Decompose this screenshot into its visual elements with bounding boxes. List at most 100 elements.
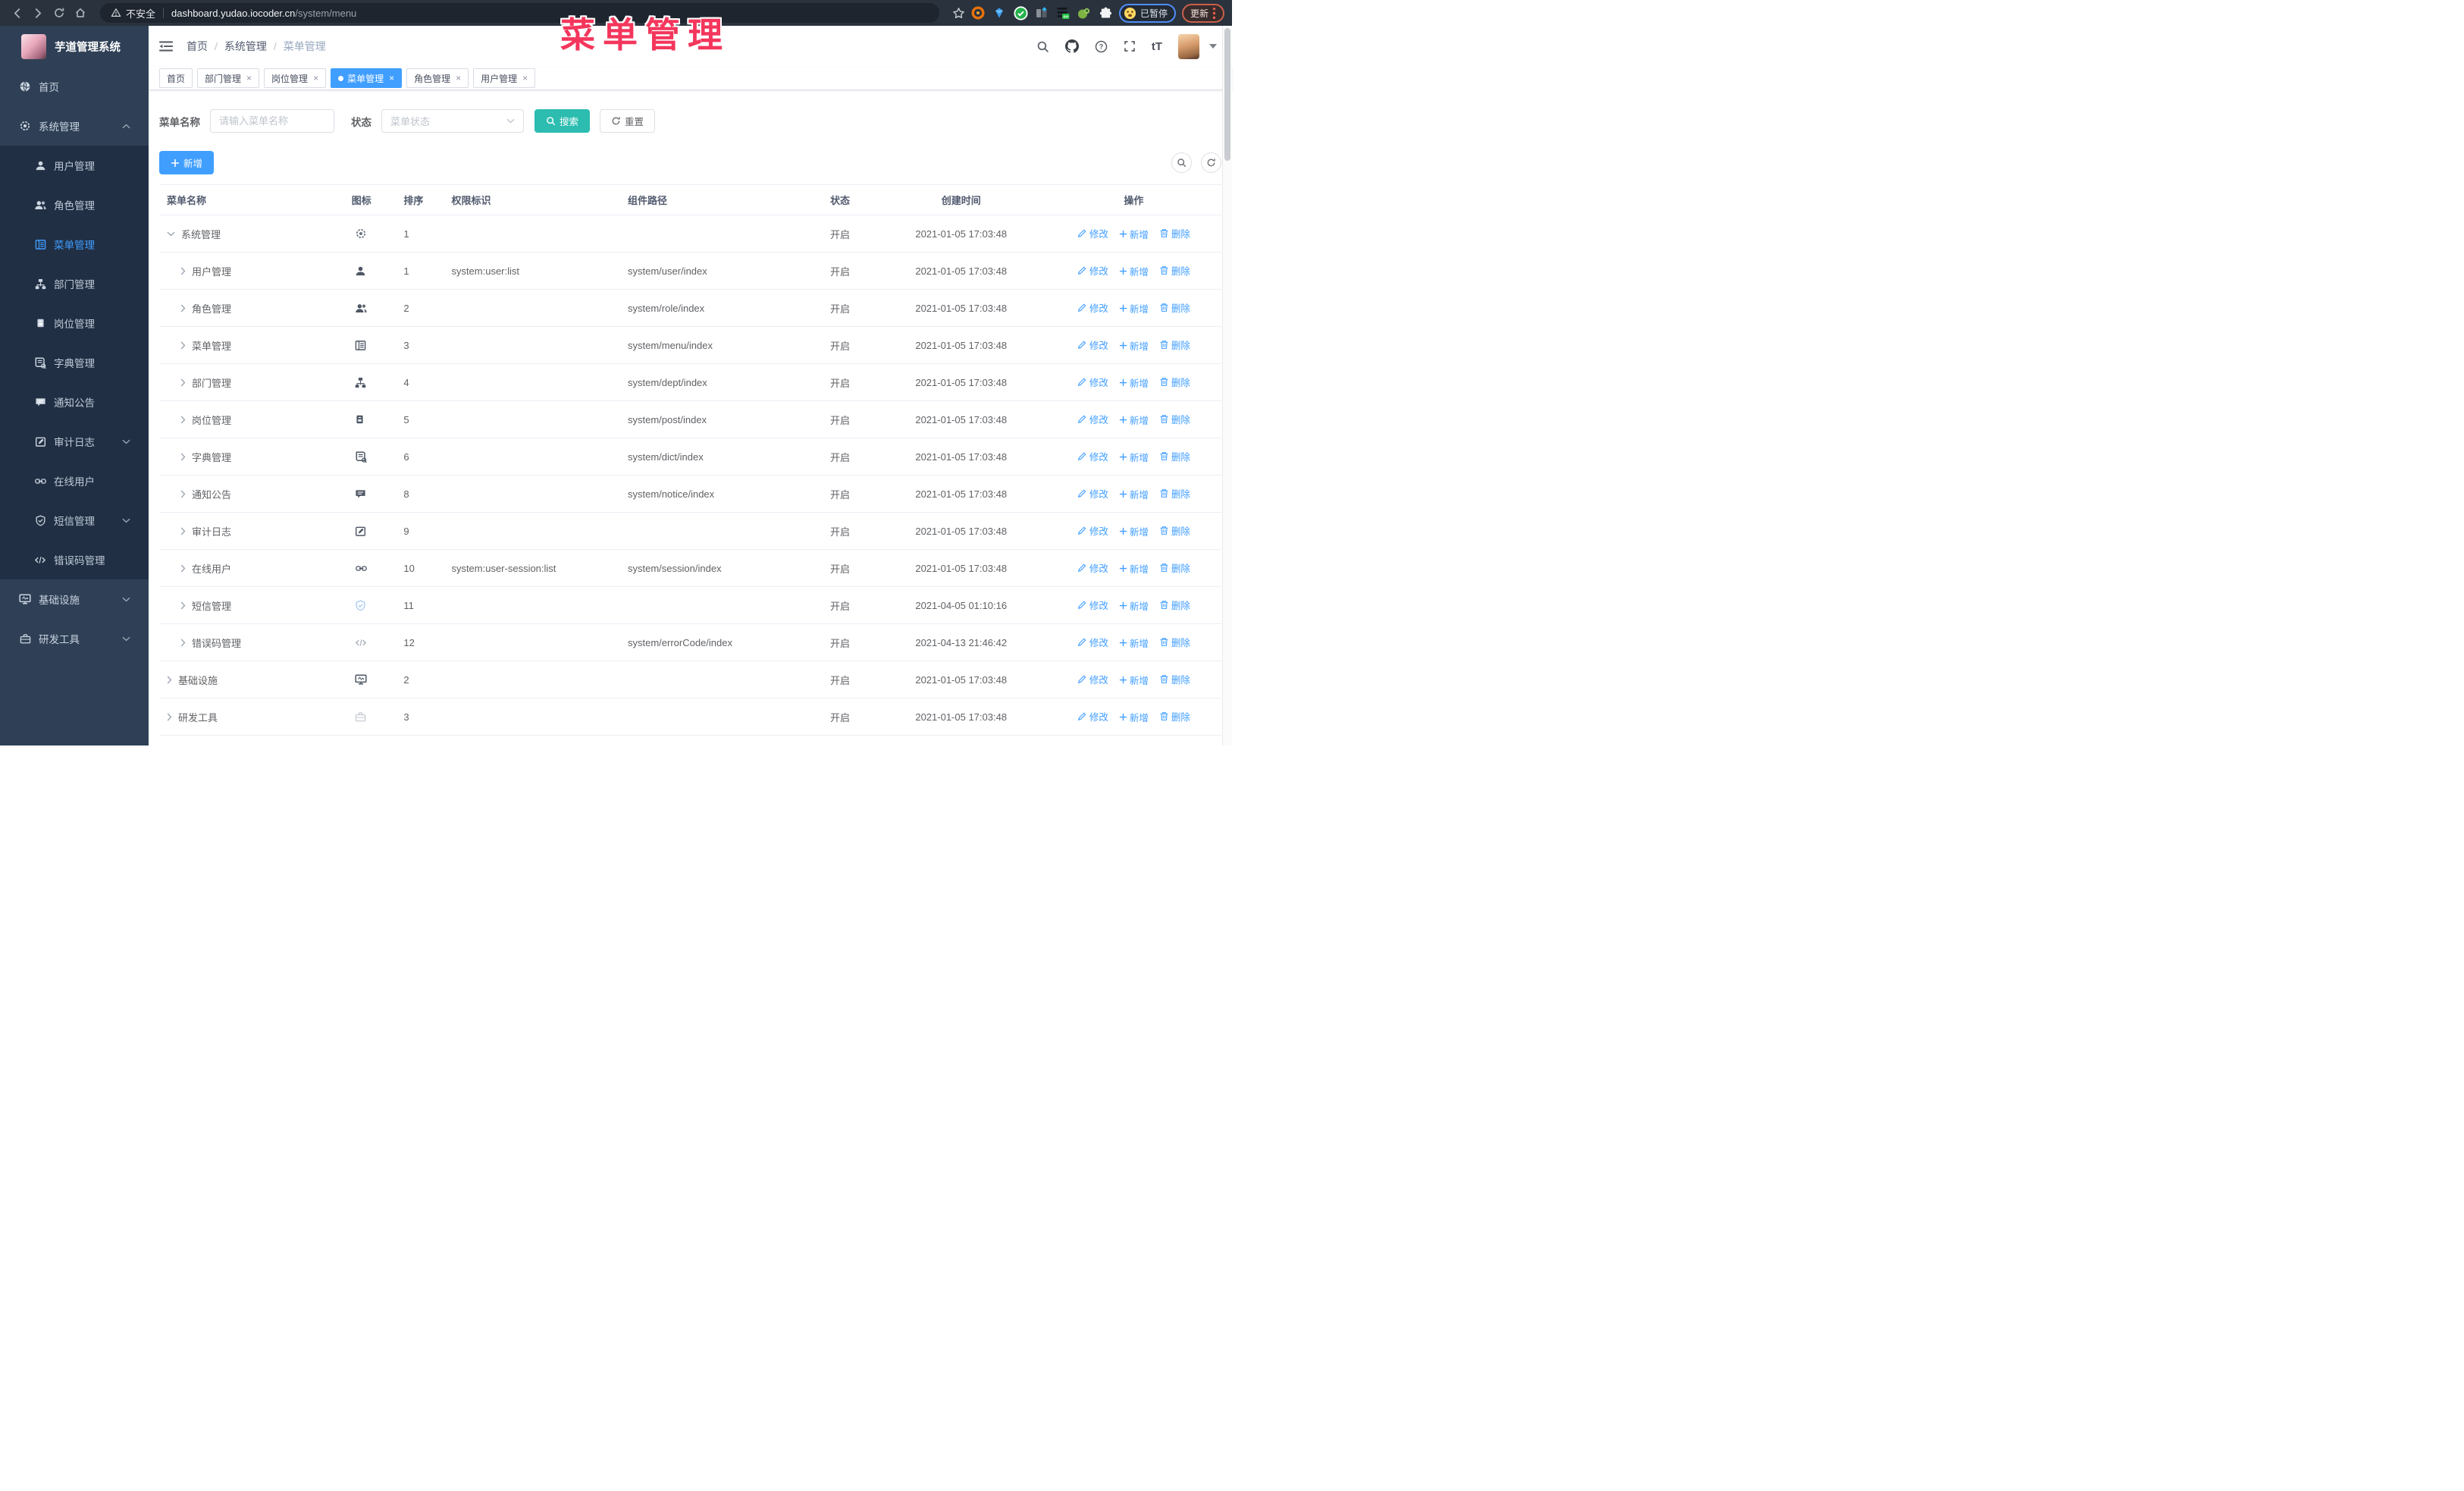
add-action[interactable]: 新增 (1119, 487, 1149, 501)
close-tab-icon[interactable]: × (389, 74, 394, 83)
close-tab-icon[interactable]: × (522, 74, 528, 83)
expand-row-icon[interactable] (180, 526, 186, 535)
avatar-caret-icon[interactable] (1209, 44, 1217, 49)
edit-action[interactable]: 修改 (1077, 709, 1108, 724)
list-on-icon[interactable]: on (1056, 6, 1071, 20)
sidebar-item-0[interactable]: 首页 (0, 67, 149, 106)
delete-action[interactable]: 删除 (1159, 337, 1190, 352)
sidebar-item-1[interactable]: 系统管理 (0, 106, 149, 146)
edit-action[interactable]: 修改 (1077, 449, 1108, 463)
edit-action[interactable]: 修改 (1077, 598, 1108, 612)
paused-extension-badge[interactable]: 已暂停 (1118, 3, 1176, 23)
browser-reload-icon[interactable] (50, 4, 68, 22)
edit-action[interactable]: 修改 (1077, 672, 1108, 686)
breadcrumb-system[interactable]: 系统管理 (224, 39, 267, 54)
edit-action[interactable]: 修改 (1077, 523, 1108, 538)
add-action[interactable]: 新增 (1119, 450, 1149, 464)
tab-4[interactable]: 角色管理 × (406, 68, 469, 88)
header-search-icon[interactable] (1036, 40, 1049, 53)
edit-action[interactable]: 修改 (1077, 560, 1108, 575)
orange-ring-icon[interactable] (971, 6, 986, 20)
add-action[interactable]: 新增 (1119, 338, 1149, 353)
close-tab-icon[interactable]: × (456, 74, 461, 83)
tab-5[interactable]: 用户管理 × (473, 68, 536, 88)
delete-action[interactable]: 删除 (1159, 300, 1190, 315)
blue-gem-icon[interactable] (992, 6, 1007, 20)
edit-action[interactable]: 修改 (1077, 263, 1108, 278)
sidebar-item-14[interactable]: 研发工具 (0, 619, 149, 658)
edit-action[interactable]: 修改 (1077, 375, 1108, 389)
expand-row-icon[interactable] (180, 378, 186, 387)
add-action[interactable]: 新增 (1119, 561, 1149, 576)
status-select[interactable]: 菜单状态 (381, 109, 524, 133)
scrollbar-thumb[interactable] (1224, 28, 1230, 161)
add-action[interactable]: 新增 (1119, 524, 1149, 538)
sidebar-item-10[interactable]: 在线用户 (0, 461, 149, 501)
expand-row-icon[interactable] (180, 415, 186, 424)
delete-action[interactable]: 删除 (1159, 375, 1190, 389)
expand-row-icon[interactable] (180, 601, 186, 610)
green-creature-icon[interactable] (1077, 6, 1092, 20)
tab-switcher-icon[interactable] (1035, 6, 1049, 20)
delete-action[interactable]: 删除 (1159, 560, 1190, 575)
add-action[interactable]: 新增 (1119, 636, 1149, 650)
delete-action[interactable]: 删除 (1159, 523, 1190, 538)
sidebar-toggle-icon[interactable] (159, 40, 174, 52)
font-size-icon[interactable]: tT (1152, 40, 1162, 53)
browser-menu-dots-icon[interactable] (1212, 7, 1216, 20)
sidebar-item-8[interactable]: 通知公告 (0, 382, 149, 422)
breadcrumb-home[interactable]: 首页 (187, 39, 208, 54)
sidebar-item-5[interactable]: 部门管理 (0, 264, 149, 303)
sidebar-item-6[interactable]: 岗位管理 (0, 303, 149, 343)
sidebar-item-9[interactable]: 审计日志 (0, 422, 149, 461)
add-action[interactable]: 新增 (1119, 375, 1149, 390)
delete-action[interactable]: 删除 (1159, 226, 1190, 240)
close-tab-icon[interactable]: × (313, 74, 318, 83)
user-avatar[interactable] (1178, 33, 1199, 59)
add-button[interactable]: 新增 (159, 151, 215, 174)
tab-3[interactable]: 菜单管理 × (331, 68, 403, 88)
edit-action[interactable]: 修改 (1077, 412, 1108, 426)
fullscreen-icon[interactable] (1124, 40, 1136, 52)
search-button[interactable]: 搜索 (534, 109, 591, 133)
expand-row-icon[interactable] (167, 675, 172, 684)
sidebar-item-4[interactable]: 菜单管理 (0, 224, 149, 264)
expand-row-icon[interactable] (167, 712, 172, 721)
expand-row-icon[interactable] (180, 452, 186, 461)
add-action[interactable]: 新增 (1119, 413, 1149, 427)
app-logo[interactable]: 芋道管理系统 (0, 26, 149, 67)
toggle-search-button[interactable] (1171, 152, 1192, 173)
expand-row-icon[interactable] (180, 266, 186, 275)
help-question-icon[interactable]: ? (1095, 40, 1108, 53)
tab-2[interactable]: 岗位管理 × (264, 68, 327, 88)
browser-forward-icon[interactable] (29, 4, 47, 22)
delete-action[interactable]: 删除 (1159, 672, 1190, 686)
tab-0[interactable]: 首页 (159, 68, 193, 88)
reset-button[interactable]: 重置 (600, 109, 656, 133)
browser-back-icon[interactable] (8, 4, 26, 22)
delete-action[interactable]: 删除 (1159, 412, 1190, 426)
sidebar-item-11[interactable]: 短信管理 (0, 501, 149, 540)
expand-row-icon[interactable] (180, 341, 186, 350)
edit-action[interactable]: 修改 (1077, 226, 1108, 240)
add-action[interactable]: 新增 (1119, 673, 1149, 687)
expand-row-icon[interactable] (180, 489, 186, 498)
add-action[interactable]: 新增 (1119, 264, 1149, 278)
edit-action[interactable]: 修改 (1077, 300, 1108, 315)
delete-action[interactable]: 删除 (1159, 263, 1190, 278)
expand-row-icon[interactable] (180, 638, 186, 647)
expand-row-icon[interactable] (180, 563, 186, 573)
puzzle-icon[interactable] (1099, 6, 1113, 20)
sidebar-item-12[interactable]: 错误码管理 (0, 540, 149, 579)
github-icon[interactable] (1064, 39, 1079, 53)
delete-action[interactable]: 删除 (1159, 598, 1190, 612)
add-action[interactable]: 新增 (1119, 301, 1149, 315)
sidebar-item-7[interactable]: 字典管理 (0, 343, 149, 382)
address-bar[interactable]: 不安全 dashboard.yudao.iocoder.cn /system/m… (100, 3, 939, 23)
delete-action[interactable]: 删除 (1159, 635, 1190, 649)
add-action[interactable]: 新增 (1119, 227, 1149, 241)
sidebar-item-13[interactable]: 基础设施 (0, 579, 149, 619)
security-label[interactable]: 不安全 (126, 6, 155, 20)
close-tab-icon[interactable]: × (246, 74, 252, 83)
refresh-table-button[interactable] (1201, 152, 1221, 173)
